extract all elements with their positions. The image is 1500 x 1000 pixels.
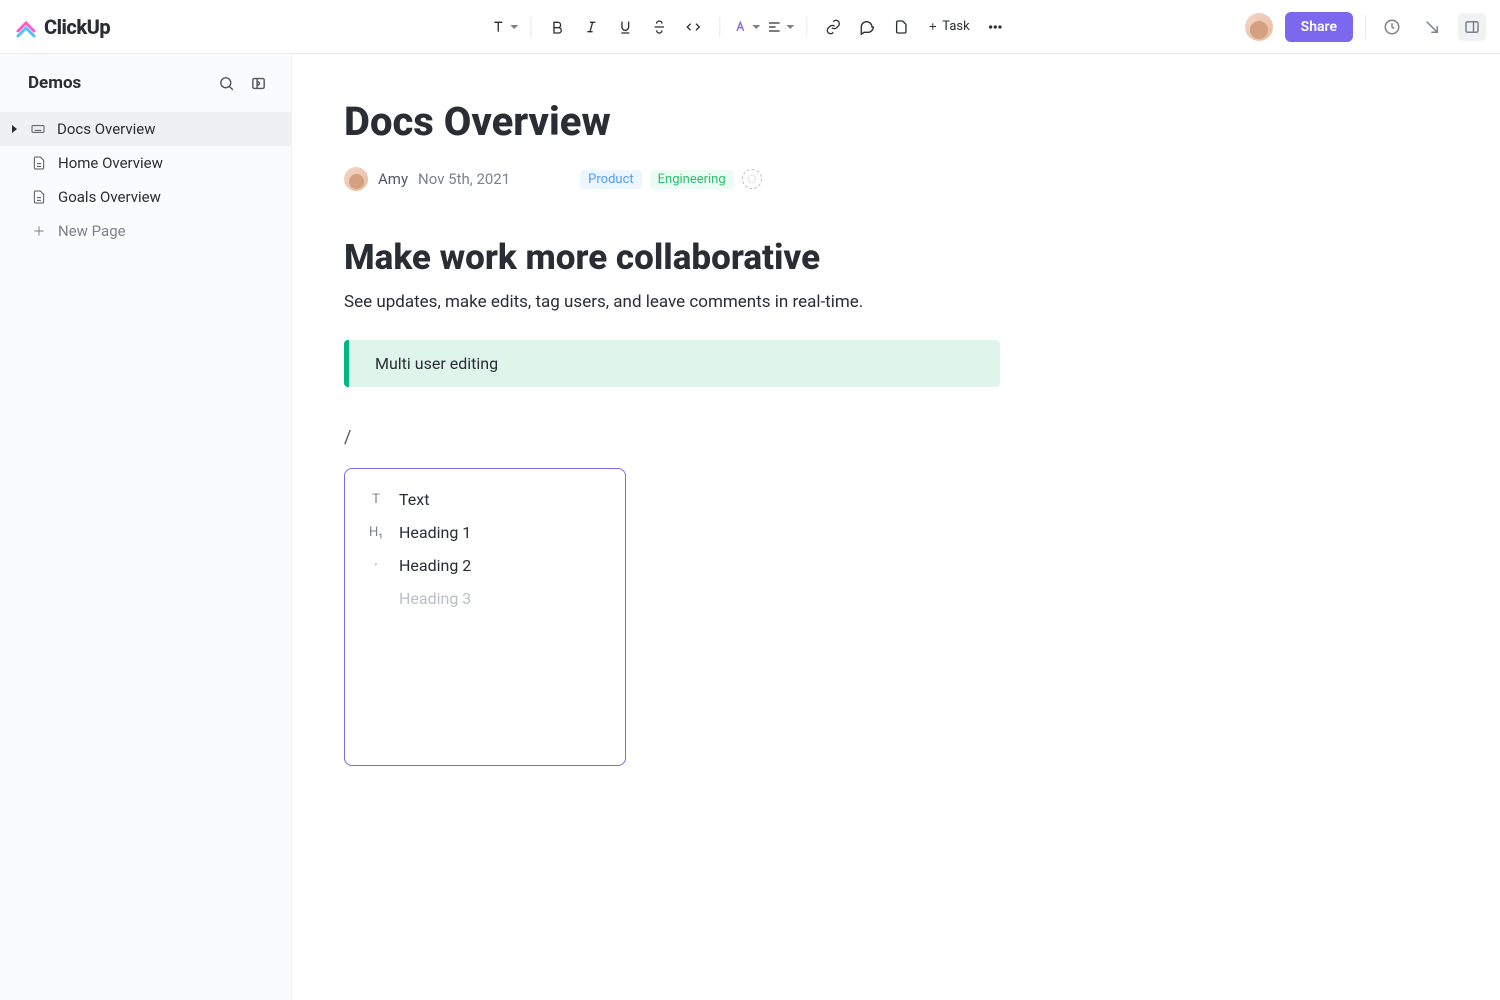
author-avatar[interactable] xyxy=(344,167,368,191)
slash-menu-item-heading1[interactable]: H₁ Heading 1 xyxy=(353,516,617,549)
sidebar-title: Demos xyxy=(28,73,81,93)
topbar-right: Share xyxy=(1245,12,1486,42)
caret-icon xyxy=(12,125,17,133)
slash-menu-item-text[interactable]: T Text xyxy=(353,483,617,516)
doc-paragraph[interactable]: See updates, make edits, tag users, and … xyxy=(344,292,1420,312)
collapse-sidebar-icon[interactable] xyxy=(247,72,269,94)
text-icon: T xyxy=(367,492,385,507)
italic-button[interactable] xyxy=(577,13,605,41)
tag-engineering[interactable]: Engineering xyxy=(650,170,734,189)
doc-tags: Product Engineering xyxy=(580,169,762,189)
slash-menu-label: Heading 1 xyxy=(399,523,471,542)
sidebar: Demos Docs Overview Home Overview xyxy=(0,54,292,1000)
slash-menu-item-heading2[interactable]: · Heading 2 xyxy=(353,549,617,582)
comment-button[interactable] xyxy=(853,13,881,41)
sidebar-new-page[interactable]: New Page xyxy=(0,214,291,248)
tag-product[interactable]: Product xyxy=(580,170,641,189)
slash-menu-item-heading3[interactable]: Heading 3 xyxy=(353,582,617,615)
toolbar-divider xyxy=(530,17,531,37)
doc-heading[interactable]: Make work more collaborative xyxy=(344,237,1420,278)
panel-toggle-icon[interactable] xyxy=(1458,13,1486,41)
user-avatar[interactable] xyxy=(1245,13,1273,41)
topbar: ClickUp xyxy=(0,0,1500,54)
keyboard-icon xyxy=(29,120,47,138)
sidebar-item-home-overview[interactable]: Home Overview xyxy=(0,146,291,180)
slash-menu-label: Heading 3 xyxy=(399,589,471,608)
heading1-icon: H₁ xyxy=(367,525,385,540)
slash-command-trigger[interactable]: / xyxy=(344,427,1420,448)
doc-content: Docs Overview Amy Nov 5th, 2021 Product … xyxy=(292,54,1500,1000)
sidebar-item-goals-overview[interactable]: Goals Overview xyxy=(0,180,291,214)
sidebar-item-docs-overview[interactable]: Docs Overview xyxy=(0,112,291,146)
font-color-dropdown[interactable] xyxy=(732,13,760,41)
align-dropdown[interactable] xyxy=(766,13,794,41)
code-button[interactable] xyxy=(679,13,707,41)
link-button[interactable] xyxy=(819,13,847,41)
app-name: ClickUp xyxy=(44,15,110,39)
add-tag-button[interactable] xyxy=(742,169,762,189)
sidebar-item-label: New Page xyxy=(58,222,126,240)
app-logo[interactable]: ClickUp xyxy=(14,15,110,39)
doc-icon xyxy=(30,188,48,206)
slash-menu: T Text H₁ Heading 1 · Heading 2 Heading … xyxy=(344,468,626,766)
doc-icon xyxy=(30,154,48,172)
doc-title[interactable]: Docs Overview xyxy=(344,98,1420,145)
toolbar-divider xyxy=(719,17,720,37)
doc-date: Nov 5th, 2021 xyxy=(418,170,510,188)
text-style-dropdown[interactable] xyxy=(490,13,518,41)
strikethrough-button[interactable] xyxy=(645,13,673,41)
search-icon[interactable] xyxy=(215,72,237,94)
more-button[interactable] xyxy=(982,13,1010,41)
clickup-logo-icon xyxy=(14,15,38,39)
heading2-icon: · xyxy=(367,558,385,573)
sidebar-header: Demos xyxy=(0,54,291,112)
share-button[interactable]: Share xyxy=(1285,12,1353,42)
format-toolbar: Task xyxy=(490,13,1009,41)
sidebar-item-label: Goals Overview xyxy=(58,188,161,206)
underline-button[interactable] xyxy=(611,13,639,41)
callout-block[interactable]: Multi user editing xyxy=(344,340,1000,387)
download-icon[interactable] xyxy=(1418,13,1446,41)
toolbar-divider xyxy=(806,17,807,37)
author-name: Amy xyxy=(378,170,408,188)
sidebar-item-label: Docs Overview xyxy=(57,120,156,138)
task-button-label: Task xyxy=(942,19,969,34)
page-button[interactable] xyxy=(887,13,915,41)
slash-menu-label: Text xyxy=(399,490,429,509)
history-icon[interactable] xyxy=(1378,13,1406,41)
slash-menu-label: Heading 2 xyxy=(399,556,471,575)
sidebar-item-label: Home Overview xyxy=(58,154,163,172)
plus-icon xyxy=(30,222,48,240)
add-task-button[interactable]: Task xyxy=(921,19,975,34)
doc-meta: Amy Nov 5th, 2021 Product Engineering xyxy=(344,167,1420,191)
topbar-divider xyxy=(1365,15,1366,39)
bold-button[interactable] xyxy=(543,13,571,41)
